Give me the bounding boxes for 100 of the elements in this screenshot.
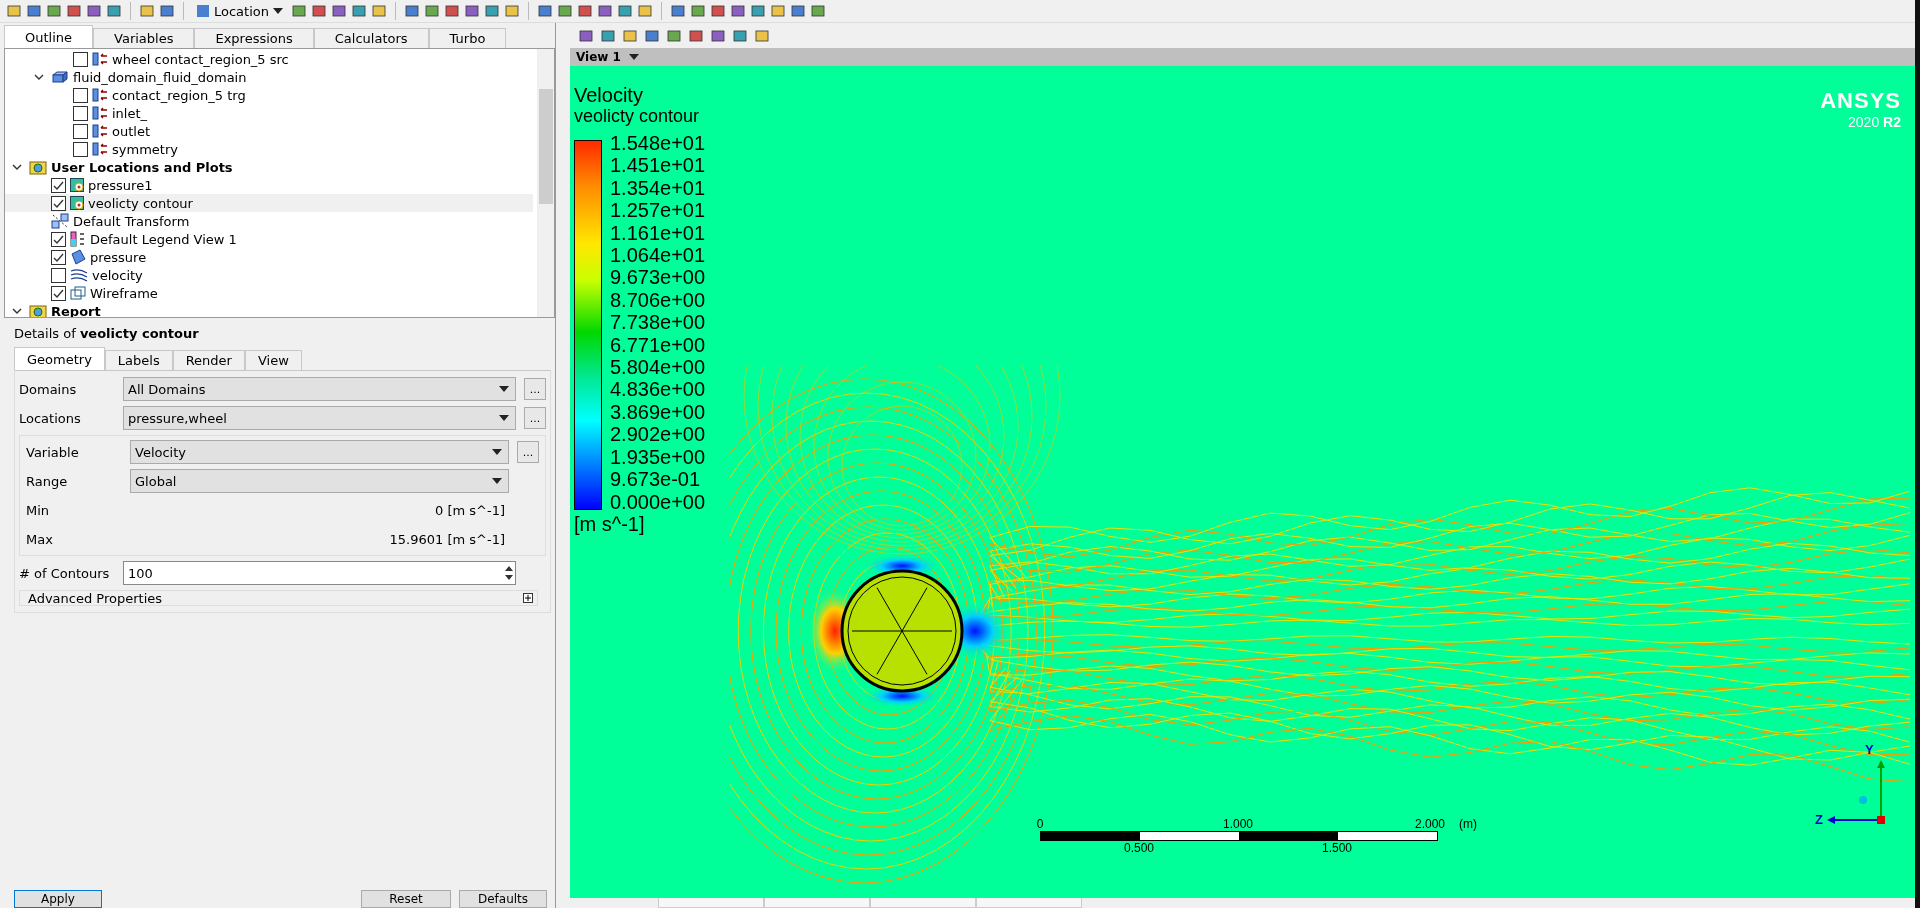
toolbar-icon[interactable]	[750, 3, 766, 19]
browse-button[interactable]: ...	[524, 407, 546, 429]
action-button[interactable]: Apply	[14, 890, 102, 908]
toolbar-icon[interactable]	[688, 27, 704, 44]
toolbar-icon[interactable]	[644, 27, 660, 44]
action-button[interactable]: Defaults	[459, 890, 547, 908]
toolbar-icon[interactable]	[86, 3, 102, 19]
tree-item[interactable]: wheel contact_region_5 src	[5, 50, 533, 68]
toolbar-icon[interactable]	[371, 3, 387, 19]
tab[interactable]: Render	[172, 350, 245, 370]
toolbar-icon[interactable]	[754, 27, 770, 44]
toolbar-icon[interactable]	[732, 27, 748, 44]
tree-item[interactable]: pressure1	[5, 176, 533, 194]
toolbar-icon[interactable]	[810, 3, 826, 19]
legend-value: 9.673e-01	[610, 468, 702, 491]
toolbar-icon[interactable]	[159, 3, 175, 19]
tree-item[interactable]: velocity	[5, 266, 533, 284]
scale-unit: (m)	[1459, 817, 1477, 831]
checkbox[interactable]	[73, 141, 88, 157]
toolbar-icon[interactable]	[617, 3, 633, 19]
tree-item[interactable]: Wireframe	[5, 284, 533, 302]
toolbar-icon[interactable]	[577, 3, 593, 19]
toolbar-icon[interactable]	[710, 27, 726, 44]
toolbar-icon[interactable]	[537, 3, 553, 19]
toolbar-icon[interactable]	[730, 3, 746, 19]
toolbar-icon[interactable]	[557, 3, 573, 19]
checkbox[interactable]	[73, 123, 88, 139]
dropdown[interactable]: Global	[130, 469, 509, 493]
toolbar-icon[interactable]	[464, 3, 480, 19]
tab[interactable]: Turbo	[428, 28, 507, 48]
tree-item[interactable]: fluid_domain_fluid_domain	[5, 68, 533, 86]
tree-item[interactable]: inlet_	[5, 104, 533, 122]
toolbar-icon[interactable]	[790, 3, 806, 19]
toolbar-icon[interactable]	[504, 3, 520, 19]
toolbar-icon[interactable]	[26, 3, 42, 19]
toolbar-icon[interactable]	[600, 27, 616, 44]
collapsible-header[interactable]: Advanced Properties	[19, 590, 538, 606]
toolbar-icon[interactable]	[139, 3, 155, 19]
browse-button[interactable]: ...	[517, 441, 539, 463]
legend-value: 1.354e+01	[610, 176, 706, 200]
dropdown[interactable]: Velocity	[130, 440, 509, 464]
tree-item[interactable]: contact_region_5 trg	[5, 86, 533, 104]
tree-item[interactable]: Default Legend View 1	[5, 230, 533, 248]
toolbar-icon[interactable]	[770, 3, 786, 19]
dropdown[interactable]: All Domains	[123, 377, 516, 401]
tab[interactable]: Variables	[93, 28, 195, 48]
spin-arrows-icon[interactable]	[503, 564, 515, 582]
checkbox[interactable]	[51, 249, 66, 265]
toolbar-icon[interactable]	[597, 3, 613, 19]
toolbar-icon[interactable]	[690, 3, 706, 19]
toolbar-icon[interactable]	[106, 3, 122, 19]
browse-button[interactable]: ...	[524, 378, 546, 400]
location-button[interactable]: Location	[192, 1, 287, 21]
toolbar-icon[interactable]	[637, 3, 653, 19]
checkbox[interactable]	[51, 195, 66, 211]
toolbar-icon[interactable]	[311, 3, 327, 19]
dropdown[interactable]: pressure,wheel	[123, 406, 516, 430]
legend-value: 4.836e+00	[610, 378, 706, 401]
toolbar-icon[interactable]	[291, 3, 307, 19]
tab[interactable]: Calculators	[313, 28, 429, 48]
scrollbar[interactable]	[537, 49, 554, 317]
tab[interactable]: Geometry	[14, 347, 105, 370]
streamline-icon	[70, 267, 88, 283]
checkbox[interactable]	[51, 231, 66, 247]
action-button[interactable]: Reset	[361, 890, 451, 908]
tree-item[interactable]: pressure	[5, 248, 533, 266]
checkbox[interactable]	[51, 267, 66, 283]
toolbar-icon[interactable]	[484, 3, 500, 19]
toolbar-icon[interactable]	[66, 3, 82, 19]
view-label[interactable]: View 1	[576, 50, 621, 64]
tree-item[interactable]: Default Transform	[5, 212, 533, 230]
tab[interactable]: View	[244, 350, 302, 370]
toolbar-icon[interactable]	[444, 3, 460, 19]
legend-unit: [m s^-1]	[574, 512, 646, 536]
toolbar-icon[interactable]	[670, 3, 686, 19]
tree-item[interactable]: symmetry	[5, 140, 533, 158]
checkbox[interactable]	[51, 177, 66, 193]
toolbar-icon[interactable]	[666, 27, 682, 44]
tab[interactable]: Outline	[4, 25, 94, 48]
toolbar-icon[interactable]	[424, 3, 440, 19]
toolbar-icon[interactable]	[710, 3, 726, 19]
toolbar-icon[interactable]	[622, 27, 638, 44]
toolbar-icon[interactable]	[404, 3, 420, 19]
tab[interactable]: Expressions	[194, 28, 314, 48]
checkbox[interactable]	[73, 87, 88, 103]
tree-item[interactable]: veolicty contour	[5, 194, 533, 212]
details-title: Details of veolicty contour	[14, 326, 200, 341]
checkbox[interactable]	[51, 285, 66, 301]
contour-icon	[70, 195, 84, 211]
tab[interactable]: Labels	[104, 350, 173, 370]
toolbar-icon[interactable]	[46, 3, 62, 19]
toolbar-icon[interactable]	[6, 3, 22, 19]
tree-item[interactable]: outlet	[5, 122, 533, 140]
checkbox[interactable]	[73, 51, 88, 67]
checkbox[interactable]	[73, 105, 88, 121]
toolbar-icon[interactable]	[331, 3, 347, 19]
tree-item[interactable]: User Locations and Plots	[5, 158, 533, 176]
spin-field[interactable]: 100	[123, 561, 516, 585]
toolbar-icon[interactable]	[351, 3, 367, 19]
toolbar-icon[interactable]	[578, 27, 594, 44]
